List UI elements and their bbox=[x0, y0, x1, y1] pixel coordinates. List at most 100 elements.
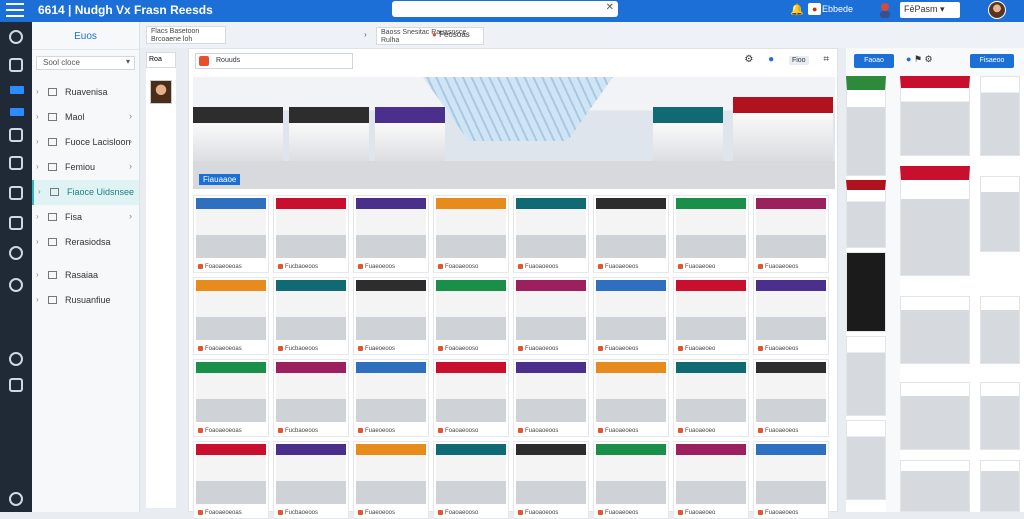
top-dropdown[interactable]: FēPasm ▾ bbox=[900, 2, 960, 18]
report-icon[interactable] bbox=[9, 186, 23, 200]
image-card[interactable]: Fuaoaeoeo bbox=[673, 441, 749, 519]
image-card[interactable]: Foaoaeoeoas bbox=[193, 359, 269, 437]
image-card[interactable]: Fuaeoeoos bbox=[353, 277, 429, 355]
image-card[interactable]: Foaoaeoeoas bbox=[193, 195, 269, 273]
edit-icon[interactable] bbox=[9, 58, 23, 72]
bell-icon[interactable]: 🔔 bbox=[790, 3, 804, 16]
thumbnail[interactable] bbox=[980, 76, 1020, 156]
thumbnail[interactable] bbox=[900, 76, 970, 156]
image-card[interactable]: Fuaoaeoeos bbox=[753, 195, 829, 273]
menu-icon[interactable] bbox=[6, 3, 24, 18]
image-card[interactable]: Fuaoaeoeo bbox=[673, 359, 749, 437]
document-icon[interactable] bbox=[9, 156, 23, 170]
calendar-icon[interactable] bbox=[9, 216, 23, 230]
image-card[interactable]: Fuaoaeoeos bbox=[593, 195, 669, 273]
thumbnail[interactable] bbox=[980, 176, 1020, 252]
image-card[interactable]: Foaoaeooso bbox=[433, 195, 509, 273]
sidebar-item-1[interactable]: › Maol › bbox=[32, 105, 139, 130]
avatar[interactable] bbox=[150, 80, 172, 104]
gear-icon[interactable] bbox=[9, 352, 23, 366]
thumbnail[interactable] bbox=[980, 460, 1020, 512]
crop-icon[interactable]: ⌗ bbox=[823, 54, 829, 65]
sidebar-item-5[interactable]: › Fisa › bbox=[32, 205, 139, 230]
thumbnail[interactable] bbox=[846, 252, 886, 332]
link-icon[interactable] bbox=[9, 278, 23, 292]
cloud-icon[interactable] bbox=[9, 30, 23, 44]
view-toggle[interactable]: Fioo bbox=[788, 56, 809, 65]
strip-tab[interactable]: Roa bbox=[146, 52, 176, 68]
thumbnail[interactable] bbox=[900, 382, 970, 450]
image-card[interactable]: Fuaoaeoeos bbox=[593, 441, 669, 519]
monitor-icon[interactable] bbox=[9, 378, 23, 392]
card-caption: Fuaeoeoos bbox=[358, 428, 395, 434]
image-card[interactable]: Foaoaeoeoas bbox=[193, 441, 269, 519]
thumbnail[interactable] bbox=[980, 296, 1020, 364]
card-caption: Fuaoaoeoos bbox=[518, 428, 558, 434]
drop-icon[interactable]: ● bbox=[906, 54, 911, 64]
search-value: Rouuds bbox=[216, 57, 241, 64]
sidebar-item-7[interactable]: › Rasaiaa bbox=[32, 263, 139, 288]
image-card[interactable]: Fucbaoeoos bbox=[273, 277, 349, 355]
thumbnail[interactable] bbox=[900, 460, 970, 512]
gear-icon[interactable]: ⚙ bbox=[925, 54, 933, 64]
sidebar-item-6[interactable]: › Rerasiodsa bbox=[32, 230, 139, 255]
primary-button[interactable]: Faoao bbox=[854, 54, 894, 68]
sidebar-item-4[interactable]: › Fiaoce Uidsnsee bbox=[32, 180, 139, 205]
sidebar-item-8[interactable]: › Rusuanfiue bbox=[32, 288, 139, 313]
globe-icon[interactable] bbox=[9, 246, 23, 260]
active-rail-icon[interactable] bbox=[10, 108, 24, 116]
image-card[interactable]: Foaoaeooso bbox=[433, 441, 509, 519]
user-chip-label[interactable]: Ebbede bbox=[822, 4, 853, 14]
help-icon[interactable] bbox=[9, 492, 23, 506]
hero-banner[interactable]: Fiauaaoe bbox=[193, 77, 835, 189]
image-card[interactable]: Fuaoaoeoos bbox=[513, 359, 589, 437]
diamond-icon[interactable] bbox=[10, 86, 24, 94]
thumbnail[interactable] bbox=[846, 180, 886, 248]
thumbnail[interactable] bbox=[846, 420, 886, 500]
flag-icon[interactable]: ⚑ bbox=[914, 54, 922, 64]
search-input[interactable]: Rouuds bbox=[195, 53, 353, 69]
settings-icon[interactable]: ⚙ bbox=[744, 54, 753, 65]
image-card[interactable]: Fucbaoeoos bbox=[273, 195, 349, 273]
breadcrumb-item-1[interactable]: Flacs Basetoon Brcoaene loh bbox=[146, 26, 226, 44]
image-card[interactable]: Fuaeoeoos bbox=[353, 359, 429, 437]
thumbnail[interactable] bbox=[900, 166, 970, 276]
image-card[interactable]: Fuaoaoeoos bbox=[513, 195, 589, 273]
sidebar-select[interactable]: Sool cloce ▾ bbox=[36, 56, 135, 70]
image-card[interactable]: Fuaoaeoeos bbox=[593, 359, 669, 437]
close-icon[interactable]: ✕ bbox=[606, 2, 614, 13]
avatar[interactable] bbox=[988, 1, 1006, 19]
image-card[interactable]: Fuaoaeoeos bbox=[593, 277, 669, 355]
image-card[interactable]: Fuaoaeoeo bbox=[673, 195, 749, 273]
search-input[interactable]: ✕ bbox=[392, 1, 618, 17]
image-card[interactable]: Fuaoaeoeos bbox=[753, 441, 829, 519]
info-icon[interactable]: ● bbox=[768, 54, 774, 65]
sidebar-item-3[interactable]: › Femiou › bbox=[32, 155, 139, 180]
card-thumbnail bbox=[676, 280, 746, 340]
image-card[interactable]: Fucbaoeoos bbox=[273, 359, 349, 437]
thumbnail[interactable] bbox=[980, 382, 1020, 450]
thumbnail[interactable] bbox=[846, 336, 886, 416]
image-card[interactable]: Fuaeoeoos bbox=[353, 441, 429, 519]
image-card[interactable]: Foaoaeoeoas bbox=[193, 277, 269, 355]
user-chip-icon[interactable]: ● bbox=[808, 3, 822, 15]
image-card[interactable]: Fuaoaeoeo bbox=[673, 277, 749, 355]
sidebar-item-2[interactable]: › Fuoce Lacisloon › bbox=[32, 130, 139, 155]
card-caption: Fuaoaeoeo bbox=[678, 428, 715, 434]
breadcrumb-item-3[interactable]: ● Feosoas bbox=[432, 30, 470, 39]
image-card[interactable]: Foaoaeooso bbox=[433, 277, 509, 355]
person-icon[interactable] bbox=[878, 2, 892, 18]
image-card[interactable]: Foaoaeooso bbox=[433, 359, 509, 437]
image-card[interactable]: Fuaoaeoeos bbox=[753, 277, 829, 355]
secondary-button[interactable]: Fisaeoo bbox=[970, 54, 1014, 68]
image-card[interactable]: Fuaoaoeoos bbox=[513, 441, 589, 519]
thumbnail[interactable] bbox=[900, 296, 970, 364]
thumbnail[interactable] bbox=[846, 76, 886, 176]
card-caption: Foaoaeooso bbox=[438, 510, 478, 516]
image-card[interactable]: Fuaeoeoos bbox=[353, 195, 429, 273]
image-card[interactable]: Fucbaoeoos bbox=[273, 441, 349, 519]
sidebar-item-0[interactable]: › Ruavenisa bbox=[32, 80, 139, 105]
image-card[interactable]: Fuaoaeoeos bbox=[753, 359, 829, 437]
image-card[interactable]: Fuaoaoeoos bbox=[513, 277, 589, 355]
chart-icon[interactable] bbox=[9, 128, 23, 142]
